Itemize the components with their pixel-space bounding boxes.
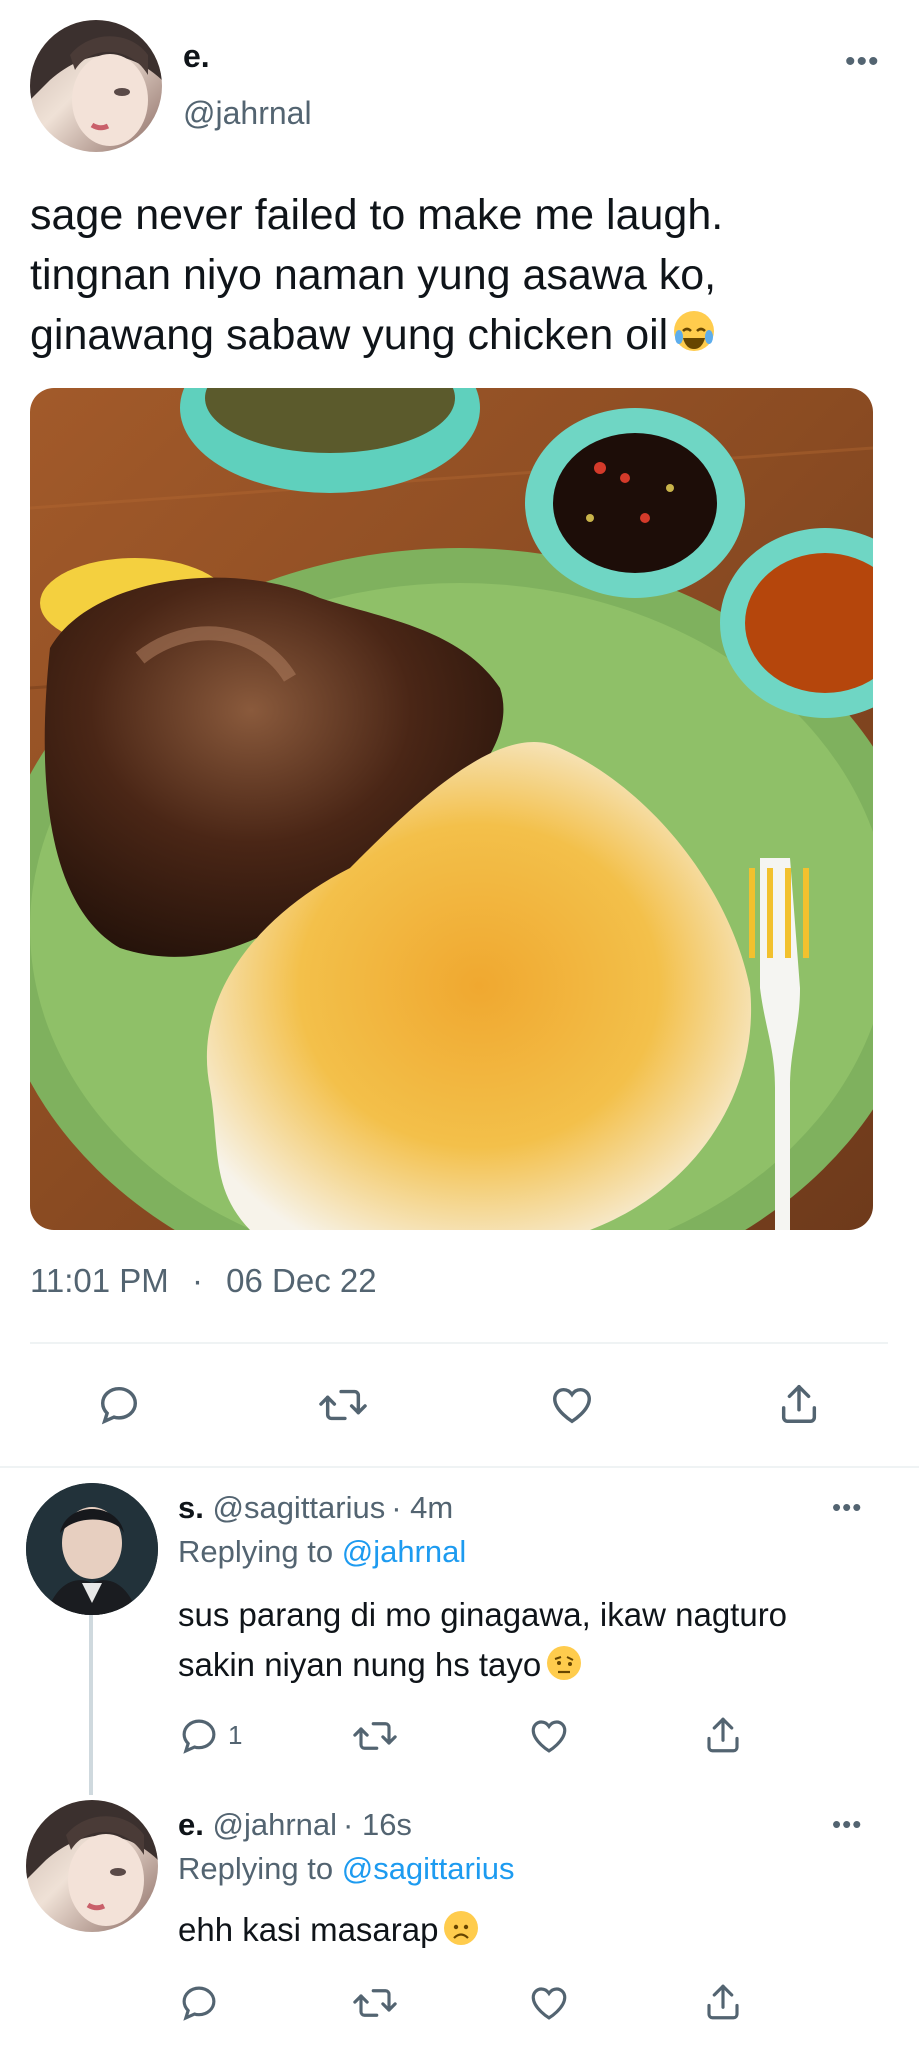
reply-header: s. @sagittarius · 4m — [178, 1490, 453, 1526]
reply-avatar[interactable] — [26, 1483, 158, 1615]
reply-text-line: sakin niyan nung hs tayo — [178, 1646, 542, 1683]
reply-display-name[interactable]: e. — [178, 1807, 204, 1842]
raised-eyebrow-emoji — [547, 1646, 582, 1680]
tweet-time: 11:01 PM — [30, 1262, 169, 1299]
author-handle[interactable]: @jahrnal — [183, 95, 312, 132]
replying-to-label: Replying to — [178, 1851, 334, 1886]
reply-icon[interactable] — [96, 1382, 142, 1428]
replying-to-handle[interactable]: @jahrnal — [342, 1534, 467, 1569]
tweet-text-line: sage never failed to make me laugh. — [30, 191, 724, 239]
retweet-icon[interactable] — [318, 1382, 368, 1428]
share-icon[interactable] — [702, 1713, 744, 1757]
retweet-icon[interactable] — [352, 1982, 398, 2024]
replying-to: Replying to @sagittarius — [178, 1851, 514, 1887]
tweet-date: 06 Dec 22 — [226, 1262, 377, 1299]
like-icon[interactable] — [527, 1982, 571, 2024]
timestamp-separator: · — [191, 1262, 203, 1299]
share-icon[interactable] — [776, 1380, 822, 1428]
section-divider — [0, 1466, 919, 1468]
joy-emoji — [674, 311, 715, 351]
tweet-text: sage never failed to make me laugh. ting… — [30, 185, 890, 365]
frowning-emoji — [444, 1911, 479, 1945]
reply-more-options-icon[interactable]: ••• — [832, 1494, 862, 1520]
reply-header: e. @jahrnal · 16s — [178, 1807, 412, 1843]
replying-to-handle[interactable]: @sagittarius — [342, 1851, 515, 1886]
more-options-icon[interactable]: ••• — [845, 47, 880, 77]
tweet-text-line: tingnan niyo naman yung asawa ko, — [30, 251, 717, 299]
replying-to-label: Replying to — [178, 1534, 334, 1569]
reply-avatar[interactable] — [26, 1800, 158, 1932]
like-icon[interactable] — [527, 1715, 571, 1757]
like-icon[interactable] — [548, 1382, 596, 1428]
reply-icon[interactable] — [178, 1715, 220, 1757]
reply-text-line: sus parang di mo ginagawa, ikaw nagturo — [178, 1596, 788, 1633]
reply-text-line: ehh kasi masarap — [178, 1911, 439, 1948]
reply-icon[interactable] — [178, 1982, 220, 2024]
reply-text: ehh kasi masarap — [178, 1905, 479, 1955]
tweet-timestamp[interactable]: 11:01 PM · 06 Dec 22 — [30, 1262, 377, 1300]
tweet-photo[interactable] — [30, 388, 873, 1230]
reply-display-name[interactable]: s. — [178, 1490, 204, 1525]
reply-text: sus parang di mo ginagawa, ikaw nagturo … — [178, 1590, 787, 1690]
reply-handle[interactable]: @jahrnal — [212, 1807, 337, 1842]
author-display-name[interactable]: e. — [183, 38, 210, 75]
divider — [30, 1342, 888, 1344]
share-icon[interactable] — [702, 1980, 744, 2024]
tweet-text-line: ginawang sabaw yung chicken oil — [30, 311, 669, 359]
reply-time[interactable]: · 16s — [343, 1807, 412, 1842]
thread-line — [89, 1615, 93, 1795]
reply-count: 1 — [228, 1720, 243, 1750]
retweet-icon[interactable] — [352, 1715, 398, 1757]
replying-to: Replying to @jahrnal — [178, 1534, 466, 1570]
reply-handle[interactable]: @sagittarius — [212, 1490, 385, 1525]
reply-more-options-icon[interactable]: ••• — [832, 1811, 862, 1837]
reply-time[interactable]: · 4m — [391, 1490, 453, 1525]
author-avatar[interactable] — [30, 20, 162, 152]
